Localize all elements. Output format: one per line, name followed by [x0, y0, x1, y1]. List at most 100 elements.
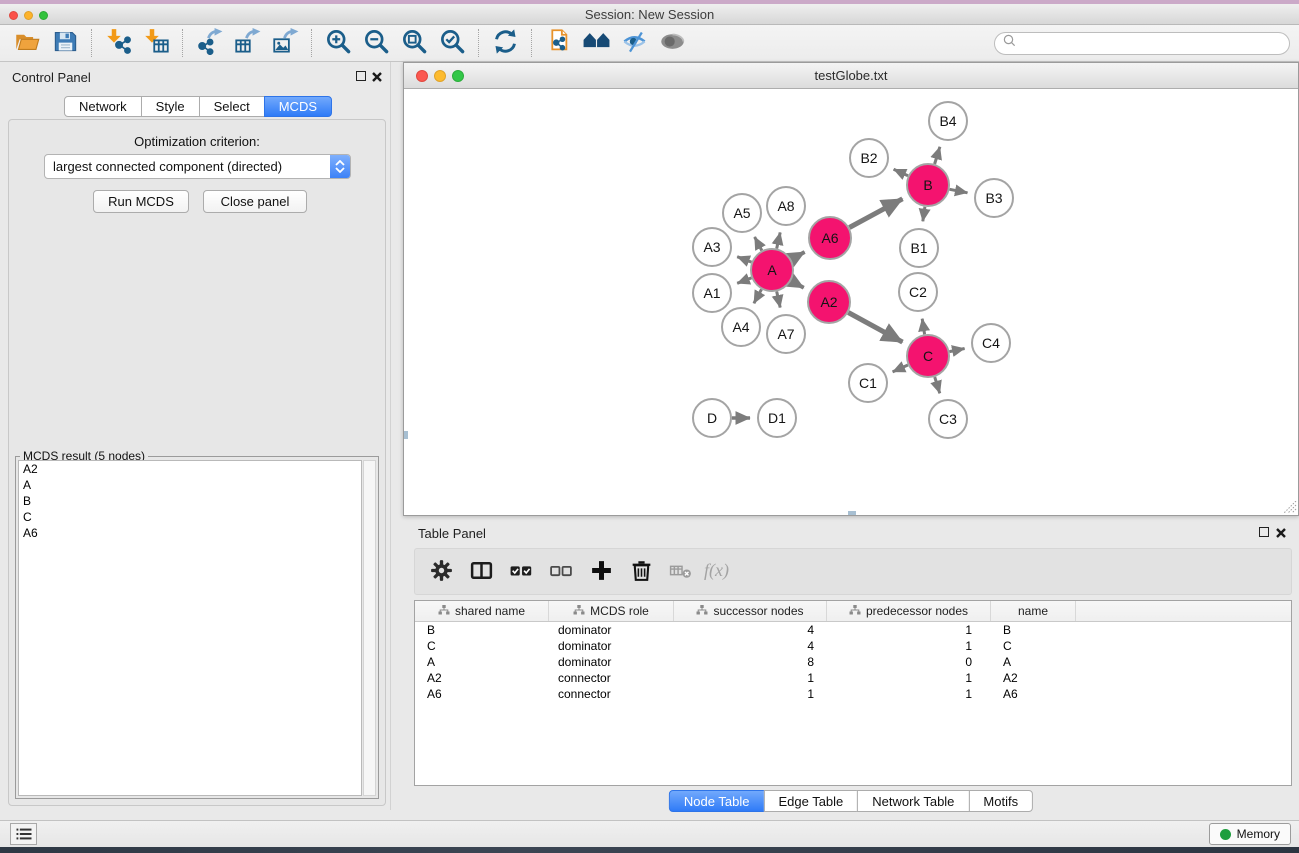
- graph-node-A6[interactable]: A6: [809, 217, 851, 259]
- graph-node-B[interactable]: B: [907, 164, 949, 206]
- cell[interactable]: A: [415, 654, 549, 670]
- import-table-button[interactable]: [137, 27, 175, 59]
- column-header-predecessor-nodes[interactable]: predecessor nodes: [827, 601, 991, 621]
- graph-node-D[interactable]: D: [693, 399, 731, 437]
- refresh-view-button[interactable]: [486, 27, 524, 59]
- cell[interactable]: 0: [827, 654, 991, 670]
- cell[interactable]: 4: [674, 622, 827, 638]
- graph-node-C1[interactable]: C1: [849, 364, 887, 402]
- export-image-button[interactable]: [266, 27, 304, 59]
- graph-node-C[interactable]: C: [907, 335, 949, 377]
- task-history-button[interactable]: [10, 823, 37, 845]
- edge-A-A8[interactable]: [777, 232, 781, 248]
- close-panel-icon[interactable]: [371, 70, 383, 82]
- frame-edge-handle[interactable]: [404, 431, 408, 439]
- memory-button[interactable]: Memory: [1209, 823, 1291, 845]
- graph-node-B4[interactable]: B4: [929, 102, 967, 140]
- cell[interactable]: C: [415, 638, 549, 654]
- cell[interactable]: connector: [549, 670, 674, 686]
- run-mcds-button[interactable]: Run MCDS: [93, 190, 189, 213]
- table-row-A6[interactable]: A6connector11A6: [415, 686, 1291, 702]
- edge-B-B2[interactable]: [894, 169, 908, 176]
- float-panel-icon[interactable]: [356, 71, 366, 81]
- open-session-button[interactable]: [8, 27, 46, 59]
- mcds-result-item[interactable]: A6: [19, 525, 361, 541]
- tab-select[interactable]: Select: [199, 96, 265, 117]
- hide-panels-button[interactable]: [615, 27, 653, 59]
- export-network-button[interactable]: [190, 27, 228, 59]
- cell[interactable]: B: [415, 622, 549, 638]
- cell[interactable]: A6: [991, 686, 1076, 702]
- select-all-button[interactable]: [503, 554, 539, 590]
- column-header-MCDS-role[interactable]: MCDS role: [549, 601, 674, 621]
- deselect-all-button[interactable]: [543, 554, 579, 590]
- window-resize-grip[interactable]: [1284, 501, 1297, 514]
- close-panel-button[interactable]: Close panel: [203, 190, 307, 213]
- cell[interactable]: dominator: [549, 638, 674, 654]
- mcds-result-item[interactable]: C: [19, 509, 361, 525]
- graph-node-A3[interactable]: A3: [693, 228, 731, 266]
- cell[interactable]: 1: [827, 638, 991, 654]
- cell[interactable]: 1: [674, 670, 827, 686]
- cell[interactable]: 1: [674, 686, 827, 702]
- zoom-in-button[interactable]: [319, 27, 357, 59]
- cell[interactable]: dominator: [549, 654, 674, 670]
- graph-node-A7[interactable]: A7: [767, 315, 805, 353]
- edge-A-A1[interactable]: [737, 278, 751, 283]
- search-field[interactable]: [994, 32, 1290, 55]
- column-header-shared-name[interactable]: shared name: [415, 601, 549, 621]
- criterion-dropdown[interactable]: largest connected component (directed): [44, 154, 351, 179]
- mcds-result-item[interactable]: A: [19, 477, 361, 493]
- result-list-scrollbar[interactable]: [363, 460, 376, 796]
- import-network-button[interactable]: [99, 27, 137, 59]
- home-view-button[interactable]: [577, 27, 615, 59]
- zoom-fit-button[interactable]: [395, 27, 433, 59]
- graph-node-C2[interactable]: C2: [899, 273, 937, 311]
- edge-B-B1[interactable]: [923, 207, 925, 222]
- edge-A-A5[interactable]: [755, 237, 762, 251]
- column-header-successor-nodes[interactable]: successor nodes: [674, 601, 827, 621]
- edge-A-A2[interactable]: [791, 281, 804, 288]
- show-eye-button[interactable]: [653, 27, 691, 59]
- delete-entry-button[interactable]: [623, 554, 659, 590]
- export-table-button[interactable]: [228, 27, 266, 59]
- tab-node-table[interactable]: Node Table: [669, 790, 765, 812]
- cell[interactable]: A6: [415, 686, 549, 702]
- edge-B-B3[interactable]: [950, 189, 968, 193]
- graph-node-A5[interactable]: A5: [723, 194, 761, 232]
- frame-bottom-handle[interactable]: [848, 511, 856, 515]
- graph-node-A1[interactable]: A1: [693, 274, 731, 312]
- duplicate-network-button[interactable]: [539, 27, 577, 59]
- edge-A-A3[interactable]: [737, 257, 751, 262]
- table-float-panel-icon[interactable]: [1259, 527, 1269, 537]
- cell[interactable]: 1: [827, 686, 991, 702]
- cell[interactable]: connector: [549, 686, 674, 702]
- cell[interactable]: 1: [827, 670, 991, 686]
- save-session-button[interactable]: [46, 27, 84, 59]
- graph-node-A[interactable]: A: [751, 249, 793, 291]
- cell[interactable]: C: [991, 638, 1076, 654]
- edge-A-A6[interactable]: [791, 252, 804, 259]
- graph-node-B1[interactable]: B1: [900, 229, 938, 267]
- edge-A6-B[interactable]: [849, 199, 902, 228]
- tab-style[interactable]: Style: [141, 96, 200, 117]
- mcds-result-item[interactable]: B: [19, 493, 361, 509]
- edge-A-A7[interactable]: [777, 292, 781, 308]
- table-row-C[interactable]: Cdominator41C: [415, 638, 1291, 654]
- cell[interactable]: 4: [674, 638, 827, 654]
- edge-A-A4[interactable]: [754, 289, 762, 303]
- table-row-A2[interactable]: A2connector11A2: [415, 670, 1291, 686]
- edge-C-C1[interactable]: [893, 365, 908, 372]
- table-row-B[interactable]: Bdominator41B: [415, 622, 1291, 638]
- cell[interactable]: A2: [415, 670, 549, 686]
- table-settings-button[interactable]: [423, 554, 459, 590]
- tab-network-table[interactable]: Network Table: [857, 790, 969, 812]
- add-entry-button[interactable]: [583, 554, 619, 590]
- graph-node-D1[interactable]: D1: [758, 399, 796, 437]
- graph-node-C4[interactable]: C4: [972, 324, 1010, 362]
- tab-network[interactable]: Network: [64, 96, 142, 117]
- table-close-panel-icon[interactable]: [1275, 526, 1287, 538]
- cell[interactable]: A2: [991, 670, 1076, 686]
- cell[interactable]: 8: [674, 654, 827, 670]
- network-canvas[interactable]: AA1A2A3A4A5A6A7A8BB1B2B3B4CC1C2C3C4DD1: [404, 89, 1298, 515]
